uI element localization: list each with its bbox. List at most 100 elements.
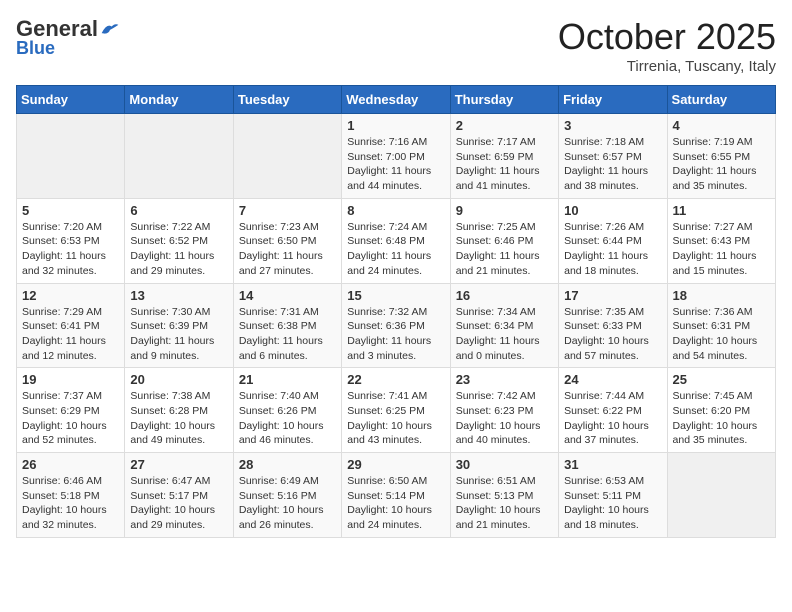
day-number: 19 [22,372,119,387]
day-info: Sunrise: 6:51 AM Sunset: 5:13 PM Dayligh… [456,474,553,533]
day-number: 4 [673,118,770,133]
calendar-cell: 20 Sunrise: 7:38 AM Sunset: 6:28 PM Dayli… [125,368,233,453]
day-number: 18 [673,288,770,303]
calendar-cell: 10Sunrise: 7:26 AM Sunset: 6:44 PM Dayli… [559,198,667,283]
day-info: Sunrise: 7:20 AM Sunset: 6:53 PM Dayligh… [22,220,119,279]
day-number: 21 [239,372,336,387]
weekday-header-friday: Friday [559,86,667,114]
day-info: Sunrise: 7:45 AM Sunset: 6:20 PM Dayligh… [673,389,770,448]
calendar-cell: 14Sunrise: 7:31 AM Sunset: 6:38 PM Dayli… [233,283,341,368]
calendar-cell [125,114,233,199]
calendar-cell: 2 Sunrise: 7:17 AM Sunset: 6:59 PM Daylig… [450,114,558,199]
day-number: 1 [347,118,444,133]
month-title: October 2025 [558,16,776,58]
day-number: 20 [130,372,227,387]
day-info: Sunrise: 7:17 AM Sunset: 6:59 PM Dayligh… [456,135,553,194]
logo: General Blue [16,16,120,59]
day-info: Sunrise: 7:35 AM Sunset: 6:33 PM Dayligh… [564,305,661,364]
calendar-cell [667,453,775,538]
calendar-cell: 24 Sunrise: 7:44 AM Sunset: 6:22 PM Dayli… [559,368,667,453]
title-block: October 2025 Tirrenia, Tuscany, Italy [558,16,776,75]
day-number: 10 [564,203,661,218]
calendar-cell: 21 Sunrise: 7:40 AM Sunset: 6:26 PM Dayli… [233,368,341,453]
day-info: Sunrise: 7:18 AM Sunset: 6:57 PM Dayligh… [564,135,661,194]
day-info: Sunrise: 6:50 AM Sunset: 5:14 PM Dayligh… [347,474,444,533]
day-info: Sunrise: 7:25 AM Sunset: 6:46 PM Dayligh… [456,220,553,279]
weekday-header-wednesday: Wednesday [342,86,450,114]
calendar-cell [17,114,125,199]
calendar-cell: 19Sunrise: 7:37 AM Sunset: 6:29 PM Dayli… [17,368,125,453]
calendar-cell: 4 Sunrise: 7:19 AM Sunset: 6:55 PM Daylig… [667,114,775,199]
day-info: Sunrise: 6:47 AM Sunset: 5:17 PM Dayligh… [130,474,227,533]
calendar-week-row: 26 Sunrise: 6:46 AM Sunset: 5:18 PM Dayli… [17,453,776,538]
day-number: 27 [130,457,227,472]
calendar-cell: 27 Sunrise: 6:47 AM Sunset: 5:17 PM Dayli… [125,453,233,538]
day-info: Sunrise: 7:30 AM Sunset: 6:39 PM Dayligh… [130,305,227,364]
calendar-week-row: 12 Sunrise: 7:29 AM Sunset: 6:41 PM Dayli… [17,283,776,368]
day-info: Sunrise: 7:38 AM Sunset: 6:28 PM Dayligh… [130,389,227,448]
day-number: 23 [456,372,553,387]
calendar-cell: 28Sunrise: 6:49 AM Sunset: 5:16 PM Dayli… [233,453,341,538]
calendar-cell [233,114,341,199]
day-info: Sunrise: 7:29 AM Sunset: 6:41 PM Dayligh… [22,305,119,364]
day-info: Sunrise: 7:27 AM Sunset: 6:43 PM Dayligh… [673,220,770,279]
day-info: Sunrise: 7:19 AM Sunset: 6:55 PM Dayligh… [673,135,770,194]
day-number: 7 [239,203,336,218]
weekday-header-saturday: Saturday [667,86,775,114]
weekday-header-thursday: Thursday [450,86,558,114]
calendar-cell: 22Sunrise: 7:41 AM Sunset: 6:25 PM Dayli… [342,368,450,453]
day-info: Sunrise: 6:53 AM Sunset: 5:11 PM Dayligh… [564,474,661,533]
calendar-cell: 11 Sunrise: 7:27 AM Sunset: 6:43 PM Dayli… [667,198,775,283]
day-info: Sunrise: 6:46 AM Sunset: 5:18 PM Dayligh… [22,474,119,533]
logo-bird-icon [100,21,120,37]
calendar-table: SundayMondayTuesdayWednesdayThursdayFrid… [16,85,776,538]
day-number: 26 [22,457,119,472]
day-info: Sunrise: 7:22 AM Sunset: 6:52 PM Dayligh… [130,220,227,279]
day-number: 8 [347,203,444,218]
calendar-cell: 1 Sunrise: 7:16 AM Sunset: 7:00 PM Daylig… [342,114,450,199]
calendar-cell: 23 Sunrise: 7:42 AM Sunset: 6:23 PM Dayli… [450,368,558,453]
day-number: 29 [347,457,444,472]
calendar-cell: 5Sunrise: 7:20 AM Sunset: 6:53 PM Daylig… [17,198,125,283]
day-number: 6 [130,203,227,218]
calendar-cell: 12 Sunrise: 7:29 AM Sunset: 6:41 PM Dayli… [17,283,125,368]
calendar-cell: 6 Sunrise: 7:22 AM Sunset: 6:52 PM Daylig… [125,198,233,283]
day-info: Sunrise: 7:40 AM Sunset: 6:26 PM Dayligh… [239,389,336,448]
day-info: Sunrise: 7:24 AM Sunset: 6:48 PM Dayligh… [347,220,444,279]
day-number: 22 [347,372,444,387]
day-info: Sunrise: 7:34 AM Sunset: 6:34 PM Dayligh… [456,305,553,364]
day-number: 15 [347,288,444,303]
calendar-week-row: 5Sunrise: 7:20 AM Sunset: 6:53 PM Daylig… [17,198,776,283]
day-number: 13 [130,288,227,303]
day-number: 24 [564,372,661,387]
calendar-cell: 17Sunrise: 7:35 AM Sunset: 6:33 PM Dayli… [559,283,667,368]
day-number: 11 [673,203,770,218]
calendar-week-row: 1 Sunrise: 7:16 AM Sunset: 7:00 PM Daylig… [17,114,776,199]
calendar-cell: 13 Sunrise: 7:30 AM Sunset: 6:39 PM Dayli… [125,283,233,368]
weekday-header-monday: Monday [125,86,233,114]
calendar-cell: 9 Sunrise: 7:25 AM Sunset: 6:46 PM Daylig… [450,198,558,283]
day-info: Sunrise: 7:32 AM Sunset: 6:36 PM Dayligh… [347,305,444,364]
calendar-cell: 7Sunrise: 7:23 AM Sunset: 6:50 PM Daylig… [233,198,341,283]
calendar-cell: 25 Sunrise: 7:45 AM Sunset: 6:20 PM Dayli… [667,368,775,453]
calendar-cell: 3Sunrise: 7:18 AM Sunset: 6:57 PM Daylig… [559,114,667,199]
calendar-cell: 30 Sunrise: 6:51 AM Sunset: 5:13 PM Dayli… [450,453,558,538]
calendar-cell: 15 Sunrise: 7:32 AM Sunset: 6:36 PM Dayli… [342,283,450,368]
weekday-header-sunday: Sunday [17,86,125,114]
weekday-header-row: SundayMondayTuesdayWednesdayThursdayFrid… [17,86,776,114]
day-info: Sunrise: 7:44 AM Sunset: 6:22 PM Dayligh… [564,389,661,448]
calendar-cell: 16Sunrise: 7:34 AM Sunset: 6:34 PM Dayli… [450,283,558,368]
weekday-header-tuesday: Tuesday [233,86,341,114]
day-number: 12 [22,288,119,303]
calendar-week-row: 19Sunrise: 7:37 AM Sunset: 6:29 PM Dayli… [17,368,776,453]
day-number: 31 [564,457,661,472]
day-info: Sunrise: 7:31 AM Sunset: 6:38 PM Dayligh… [239,305,336,364]
logo-blue-text: Blue [16,38,55,59]
day-number: 2 [456,118,553,133]
day-number: 25 [673,372,770,387]
day-info: Sunrise: 7:42 AM Sunset: 6:23 PM Dayligh… [456,389,553,448]
day-number: 28 [239,457,336,472]
day-info: Sunrise: 7:16 AM Sunset: 7:00 PM Dayligh… [347,135,444,194]
day-number: 9 [456,203,553,218]
day-number: 30 [456,457,553,472]
